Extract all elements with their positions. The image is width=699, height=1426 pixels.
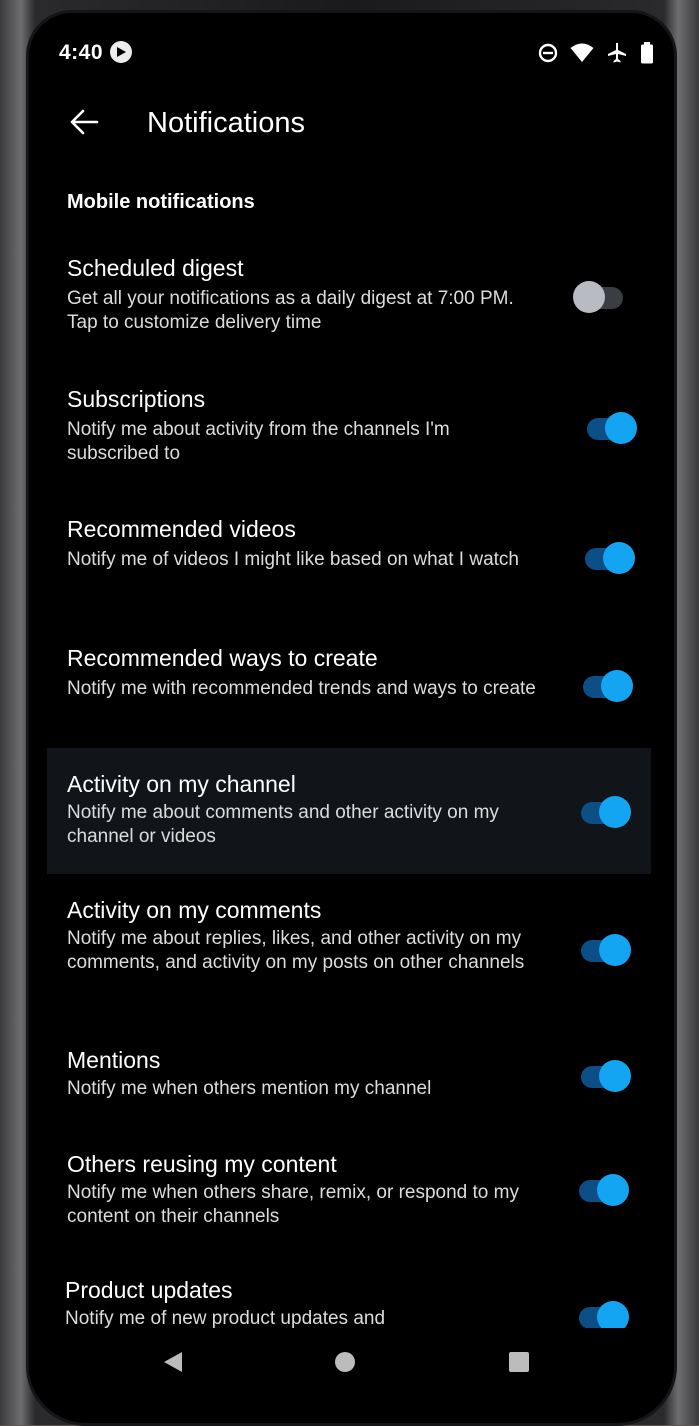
- setting-activity-on-my-comments[interactable]: Activity on my comments Notify me about …: [47, 887, 651, 1007]
- toggle-knob: [599, 1060, 631, 1092]
- nav-back-button[interactable]: [153, 1346, 193, 1382]
- setting-title: Scheduled digest: [67, 255, 244, 281]
- setting-description: Notify me about replies, likes, and othe…: [67, 928, 525, 973]
- toggle-knob: [601, 670, 633, 702]
- setting-others-reusing-my-content[interactable]: Others reusing my content Notify me when…: [47, 1141, 651, 1241]
- setting-recommended-videos[interactable]: Recommended videos Notify me of videos I…: [47, 506, 651, 606]
- back-triangle-icon: [162, 1350, 184, 1379]
- setting-title: Mentions: [67, 1047, 161, 1073]
- toggle-others-reusing-my-content[interactable]: [579, 1174, 629, 1206]
- status-icons: [538, 41, 654, 65]
- toggle-scheduled-digest[interactable]: [573, 281, 623, 313]
- setting-description: Notify me when others mention my channel: [67, 1078, 432, 1099]
- recents-square-icon: [508, 1351, 530, 1378]
- setting-subscriptions[interactable]: Subscriptions Notify me about activity f…: [47, 376, 651, 476]
- toggle-activity-on-my-channel[interactable]: [581, 796, 631, 828]
- setting-description: Get all your notifications as a daily di…: [67, 288, 514, 333]
- toggle-knob: [573, 281, 605, 313]
- setting-title: Activity on my comments: [67, 897, 322, 923]
- toggle-mentions[interactable]: [581, 1060, 631, 1092]
- toggle-knob: [605, 412, 637, 444]
- setting-scheduled-digest[interactable]: Scheduled digest Get all your notificati…: [47, 245, 651, 345]
- toggle-recommended-ways-to-create[interactable]: [583, 670, 633, 702]
- setting-mentions[interactable]: Mentions Notify me when others mention m…: [47, 1037, 651, 1117]
- home-circle-icon: [334, 1351, 356, 1378]
- do-not-disturb-icon: [538, 43, 558, 63]
- battery-icon: [640, 42, 654, 64]
- setting-title: Others reusing my content: [67, 1151, 337, 1177]
- setting-description: Notify me when others share, remix, or r…: [67, 1182, 519, 1227]
- setting-title: Product updates: [65, 1277, 233, 1303]
- setting-title: Recommended videos: [67, 516, 296, 542]
- back-button[interactable]: [59, 99, 109, 149]
- arrow-back-icon: [69, 109, 99, 140]
- toggle-subscriptions[interactable]: [587, 412, 637, 444]
- media-icon: [110, 41, 132, 63]
- status-time: 4:40: [59, 41, 104, 64]
- screen: 4:40 Notifications Mobile notifications …: [26, 10, 677, 1426]
- page-title: Notifications: [147, 107, 305, 139]
- navigation-bar: [29, 1328, 674, 1398]
- app-bar: Notifications: [29, 91, 674, 161]
- wifi-icon: [570, 43, 594, 63]
- toggle-knob: [599, 934, 631, 966]
- setting-description: Notify me of videos I might like based o…: [67, 549, 519, 570]
- toggle-knob: [599, 796, 631, 828]
- section-header: Mobile notifications: [67, 191, 255, 213]
- toggle-knob: [597, 1174, 629, 1206]
- setting-description: Notify me about comments and other activ…: [67, 802, 499, 847]
- toggle-product-updates[interactable]: [579, 1301, 629, 1333]
- setting-title: Recommended ways to create: [67, 645, 378, 671]
- setting-recommended-ways-to-create[interactable]: Recommended ways to create Notify me wit…: [47, 635, 651, 735]
- setting-description: Notify me with recommended trends and wa…: [67, 678, 536, 699]
- toggle-activity-on-my-comments[interactable]: [581, 934, 631, 966]
- phone-frame: 4:40 Notifications Mobile notifications …: [0, 0, 699, 1426]
- status-bar: 4:40: [29, 13, 674, 83]
- setting-description: Notify me about activity from the channe…: [67, 419, 450, 464]
- nav-recents-button[interactable]: [499, 1346, 539, 1382]
- setting-product-updates[interactable]: Product updates Notify me of new product…: [47, 1267, 651, 1337]
- toggle-knob: [603, 542, 635, 574]
- airplane-icon: [606, 42, 628, 64]
- nav-home-button[interactable]: [325, 1346, 365, 1382]
- toggle-recommended-videos[interactable]: [585, 542, 635, 574]
- setting-title: Subscriptions: [67, 386, 206, 412]
- setting-activity-on-my-channel[interactable]: Activity on my channel Notify me about c…: [47, 748, 651, 874]
- setting-title: Activity on my channel: [67, 771, 296, 797]
